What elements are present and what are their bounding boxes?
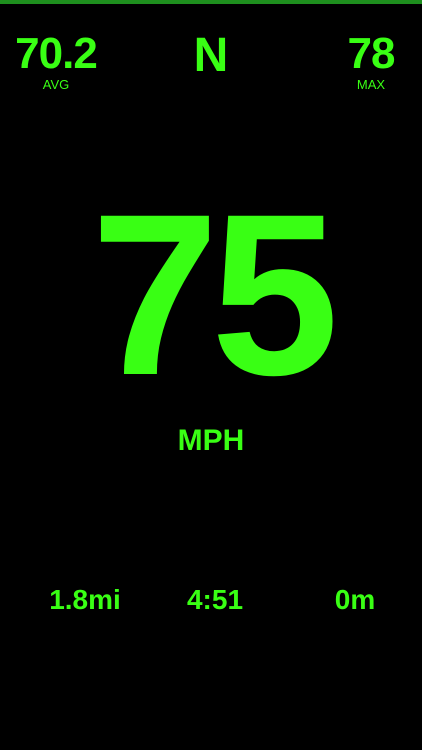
- max-speed-label: MAX: [356, 77, 386, 92]
- heading-direction: N: [193, 29, 229, 82]
- trip-distance[interactable]: 1.8mi: [30, 584, 140, 616]
- current-speed-value[interactable]: 75: [0, 180, 422, 410]
- max-speed-value: 78: [347, 29, 396, 78]
- speed-unit-toggle[interactable]: MPH: [0, 424, 422, 458]
- trip-time[interactable]: 4:51: [160, 584, 270, 616]
- max-speed-stat[interactable]: 78 MAX: [336, 30, 406, 92]
- altitude-readout[interactable]: 0m: [300, 584, 410, 616]
- top-status-bar: [0, 0, 422, 4]
